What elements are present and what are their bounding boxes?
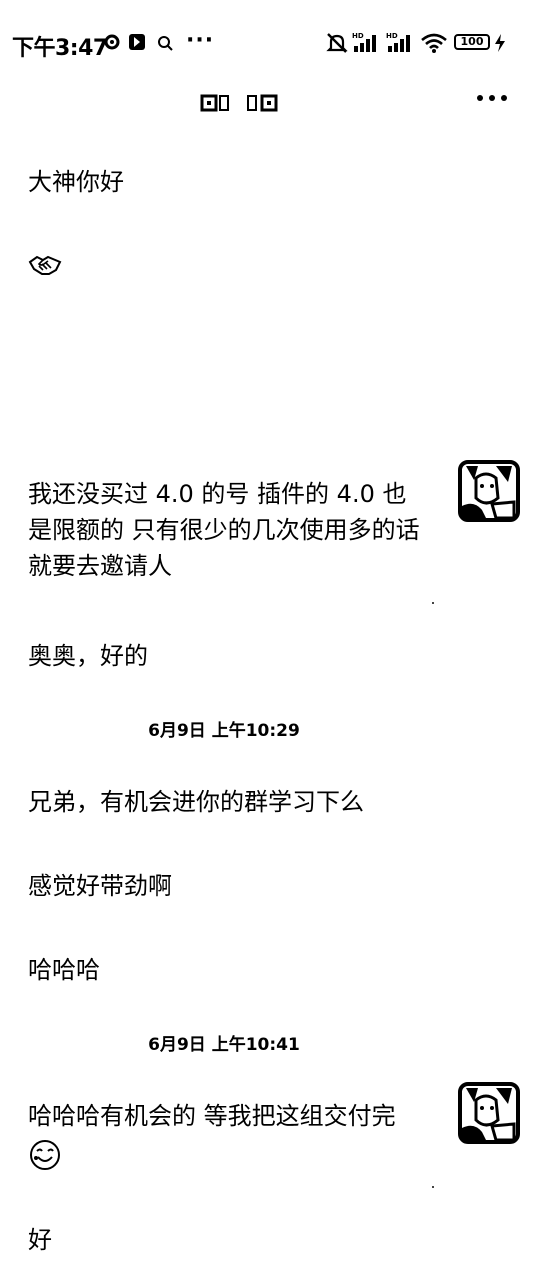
divider-dot bbox=[432, 1186, 434, 1188]
chat-message[interactable]: 奥奥，好的 bbox=[28, 638, 148, 674]
signal-2-icon: HD bbox=[386, 32, 410, 52]
status-more-icon: ··· bbox=[186, 28, 215, 53]
chat-message[interactable]: 哈哈哈有机会的 等我把这组交付完 bbox=[28, 1098, 428, 1134]
wifi-icon bbox=[421, 33, 447, 53]
status-bar: 下午3:47 ··· HD HD 100 bbox=[0, 0, 540, 88]
chat-message[interactable]: 我还没买过 4.0 的号 插件的 4.0 也是限额的 只有很少的几次使用多的话就… bbox=[28, 476, 428, 584]
battery-level: 100 bbox=[460, 35, 484, 48]
battery-icon: 100 bbox=[454, 34, 490, 50]
chat-timestamp: 6月9日 上午10:29 bbox=[148, 721, 300, 741]
svg-text:HD: HD bbox=[352, 32, 364, 40]
avatar[interactable] bbox=[456, 1080, 522, 1146]
mute-icon bbox=[326, 33, 348, 53]
chat-message[interactable]: 感觉好带劲啊 bbox=[28, 868, 172, 904]
avatar[interactable] bbox=[456, 458, 522, 524]
app-icon bbox=[129, 34, 145, 50]
svg-text:HD: HD bbox=[386, 32, 398, 40]
handshake-emoji-icon bbox=[28, 255, 62, 275]
more-menu-icon[interactable] bbox=[472, 86, 512, 116]
grin-emoji-icon bbox=[30, 1140, 60, 1170]
chat-message[interactable]: 兄弟，有机会进你的群学习下么 bbox=[28, 784, 364, 820]
divider-dot bbox=[432, 602, 434, 604]
chat-timestamp: 6月9日 上午10:41 bbox=[148, 1035, 300, 1055]
chat-title-redacted bbox=[200, 94, 278, 112]
search-icon bbox=[158, 36, 173, 51]
signal-1-icon: HD bbox=[352, 32, 376, 52]
chat-message[interactable]: 好 bbox=[28, 1222, 52, 1258]
chat-message[interactable]: 大神你好 bbox=[28, 164, 124, 200]
chat-message[interactable]: 哈哈哈 bbox=[28, 952, 100, 988]
record-icon bbox=[104, 34, 120, 50]
status-time: 下午3:47 bbox=[12, 36, 108, 61]
charging-icon bbox=[495, 34, 505, 52]
